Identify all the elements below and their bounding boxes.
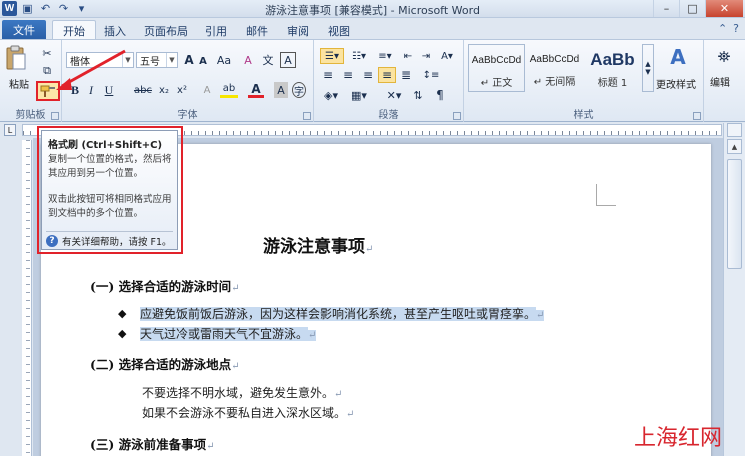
watermark: 上海红网 [634, 426, 723, 451]
annotation-arrow-icon [56, 49, 126, 90]
